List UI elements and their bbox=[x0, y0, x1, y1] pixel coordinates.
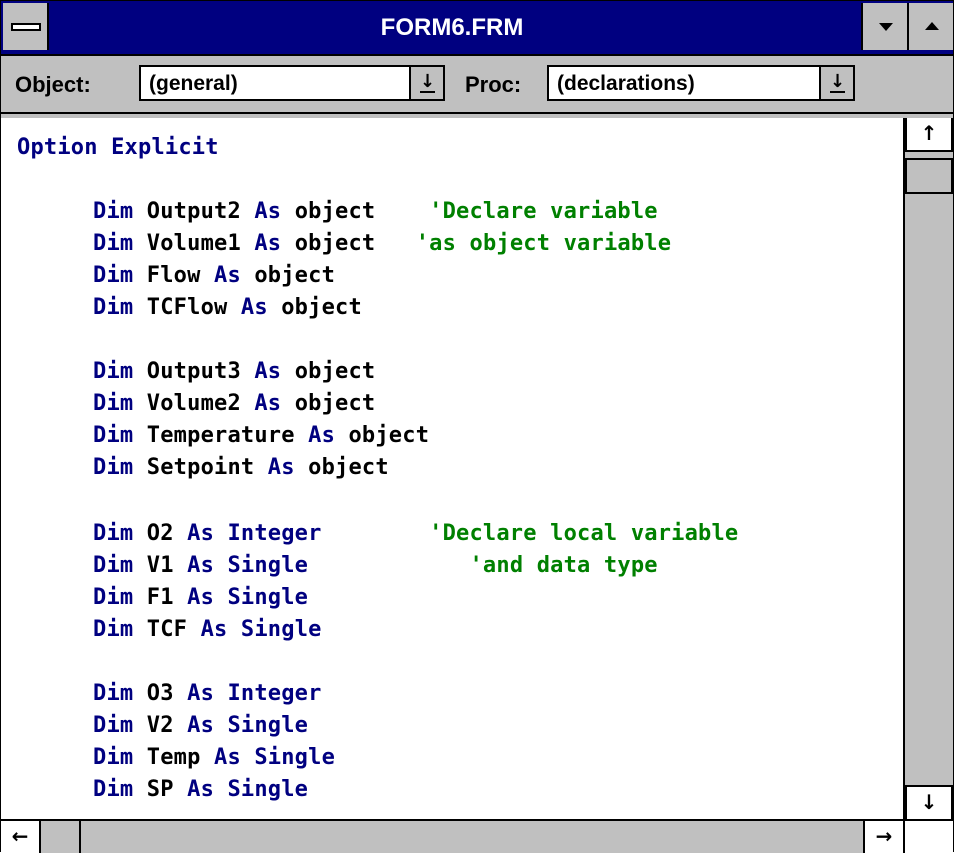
code-editor[interactable]: Option Explicit Dim Output2 As object 'D… bbox=[1, 118, 903, 819]
horizontal-scroll-thumb[interactable] bbox=[41, 821, 81, 853]
code-line: Dim F1 As Single bbox=[93, 585, 309, 610]
dropdown-arrow-icon[interactable]: ↓ bbox=[819, 67, 853, 99]
code-window: FORM6.FRM Object: (general) ↓ Proc: (dec… bbox=[0, 0, 954, 853]
code-line: Dim O3 As Integer bbox=[93, 681, 322, 706]
minimize-icon[interactable] bbox=[861, 3, 907, 50]
code-line: Dim Setpoint As object bbox=[93, 455, 389, 480]
code-comment: 'as object variable bbox=[415, 231, 672, 256]
scroll-right-arrow-icon[interactable]: → bbox=[863, 821, 903, 853]
proc-dropdown-value: (declarations) bbox=[557, 72, 695, 95]
code-comment: 'Declare local variable bbox=[429, 521, 739, 546]
proc-label: Proc: bbox=[465, 72, 522, 97]
dropdown-arrow-icon[interactable]: ↓ bbox=[409, 67, 443, 99]
title-bar[interactable]: FORM6.FRM bbox=[1, 1, 953, 56]
window-title: FORM6.FRM bbox=[380, 14, 524, 41]
size-box bbox=[903, 819, 953, 853]
code-line: Dim SP As Single bbox=[93, 777, 309, 802]
object-label: Object: bbox=[15, 72, 91, 97]
object-dropdown[interactable]: (general) ↓ bbox=[139, 65, 445, 101]
code-line: Dim Output2 As object 'Declare variable bbox=[93, 199, 658, 224]
proc-dropdown[interactable]: (declarations) ↓ bbox=[547, 65, 855, 101]
code-line: Dim Volume1 As object 'as object variabl… bbox=[93, 231, 672, 256]
toolbar: Object: (general) ↓ Proc: (declarations)… bbox=[1, 56, 953, 114]
code-line: Dim Output3 As object bbox=[93, 359, 376, 384]
code-line: Dim Volume2 As object bbox=[93, 391, 376, 416]
code-comment: 'and data type bbox=[469, 553, 658, 578]
code-line: Dim Temperature As object bbox=[93, 423, 430, 448]
scroll-left-arrow-icon[interactable]: ← bbox=[1, 821, 41, 853]
scroll-up-arrow-icon[interactable]: ↑ bbox=[905, 118, 953, 152]
code-line: Dim TCF As Single bbox=[93, 617, 322, 642]
code-line: Dim Temp As Single bbox=[93, 745, 336, 770]
code-line: Dim V1 As Single 'and data type bbox=[93, 553, 658, 578]
code-comment: 'Declare variable bbox=[429, 199, 658, 224]
system-menu-icon[interactable] bbox=[3, 3, 49, 50]
code-line: Dim V2 As Single bbox=[93, 713, 309, 738]
scroll-down-arrow-icon[interactable]: ↓ bbox=[905, 785, 953, 819]
code-line: Dim Flow As object bbox=[93, 263, 336, 288]
object-dropdown-value: (general) bbox=[149, 72, 238, 95]
horizontal-scrollbar[interactable]: ← → bbox=[1, 819, 903, 853]
code-line: Dim TCFlow As object bbox=[93, 295, 362, 320]
vertical-scrollbar[interactable]: ↑ ↓ bbox=[903, 118, 953, 819]
maximize-icon[interactable] bbox=[907, 3, 953, 50]
code-line: Option Explicit bbox=[17, 135, 219, 160]
code-line: Dim O2 As Integer 'Declare local variabl… bbox=[93, 521, 739, 546]
vertical-scroll-thumb[interactable] bbox=[905, 158, 953, 194]
